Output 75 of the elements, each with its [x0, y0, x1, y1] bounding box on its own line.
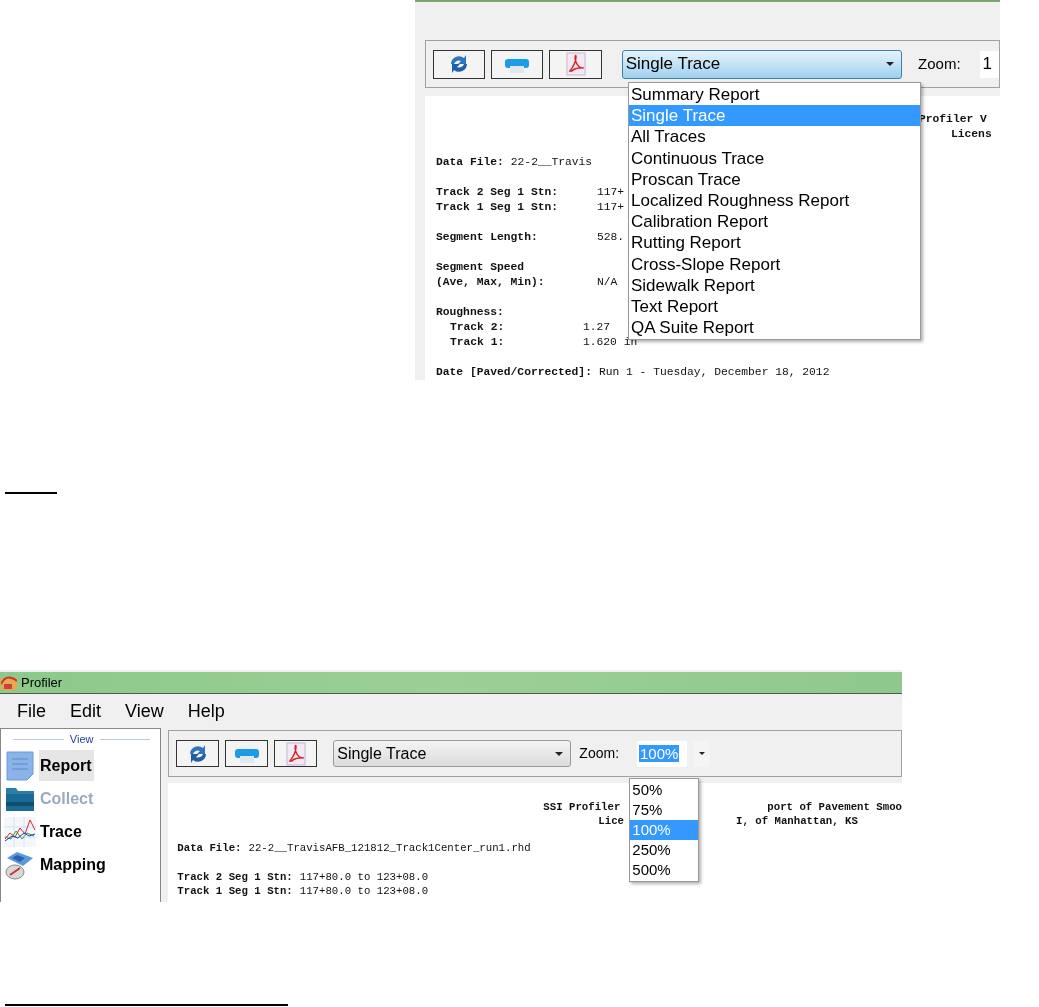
- report-field-value: 22-2__TravisAFB_121812_Track1Center_run1.rhd: [248, 841, 531, 855]
- refresh-button[interactable]: [433, 49, 486, 79]
- report-heading-text: Lice: [598, 814, 624, 828]
- report-field-label: Date [Paved/Corrected]:: [436, 365, 592, 380]
- folder-icon: [5, 785, 35, 812]
- menu-item[interactable]: View: [125, 697, 164, 725]
- zoom-option[interactable]: 250%: [630, 840, 699, 860]
- app-icon: [1, 675, 17, 690]
- caret-icon: [886, 62, 895, 66]
- sidebar-section-header: View: [69, 731, 94, 747]
- pdf-icon: [564, 52, 587, 76]
- report-field-label: (Ave, Max, Min):: [436, 275, 546, 290]
- zoom-option[interactable]: 75%: [630, 800, 699, 820]
- report-type-dropdown[interactable]: Single Trace: [621, 49, 903, 79]
- report-type-option[interactable]: Calibration Report: [629, 211, 920, 233]
- report-field-label: Track 2 Seg 1 Stn:: [436, 185, 560, 200]
- print-button[interactable]: [491, 49, 544, 79]
- report-field-label: Track 1 Seg 1 Stn:: [436, 200, 560, 215]
- zoom-option[interactable]: 500%: [630, 860, 699, 880]
- report-field-value: 117+: [597, 200, 625, 215]
- zoom-option[interactable]: 50%: [630, 780, 699, 800]
- report-field-label: Data File:: [436, 155, 504, 170]
- zoom-dropdown-button[interactable]: [693, 740, 711, 767]
- menu-item[interactable]: Edit: [70, 697, 102, 725]
- report-heading-text: I, of Manhattan, KS: [736, 814, 858, 828]
- sidebar-item[interactable]: Report: [39, 750, 94, 781]
- sidebar-item[interactable]: Trace: [39, 816, 83, 847]
- report-type-dropdown[interactable]: Single Trace: [333, 740, 572, 767]
- report-field-label: Segment Length:: [436, 230, 539, 245]
- caret-icon: [555, 751, 564, 756]
- printer-icon: [504, 54, 531, 74]
- report-type-option[interactable]: Continuous Trace: [629, 147, 920, 169]
- pdf-button[interactable]: [274, 740, 318, 767]
- report-type-option[interactable]: QA Suite Report: [629, 317, 920, 339]
- report-field-label: Track 1:: [449, 335, 506, 350]
- line-chart-icon: [4, 816, 36, 847]
- menu-item[interactable]: Help: [187, 697, 225, 725]
- pdf-button[interactable]: [549, 49, 602, 79]
- report-field-value: 117+80.0 to 123+08.0: [299, 884, 429, 898]
- pdf-icon: [284, 741, 307, 766]
- report-type-option[interactable]: Sidewalk Report: [629, 274, 920, 296]
- report-field-label: Data File:: [177, 841, 242, 855]
- report-heading-text: port of Pavement Smoo: [767, 800, 902, 814]
- document-icon: [5, 749, 35, 782]
- report-field-label: Roughness:: [436, 305, 504, 320]
- window-title: Profiler: [21, 673, 63, 692]
- print-button[interactable]: [225, 740, 269, 767]
- report-heading-text: Licens: [951, 127, 992, 142]
- zoom-label: Zoom:: [918, 53, 961, 74]
- report-field-label: Track 2:: [449, 320, 506, 335]
- report-type-option[interactable]: Localized Roughness Report: [629, 189, 920, 212]
- report-type-option[interactable]: Cross-Slope Report: [629, 253, 920, 275]
- report-field-label: Segment Speed: [436, 260, 525, 275]
- report-field-value: 528.: [597, 230, 625, 245]
- caret-icon: [698, 752, 705, 755]
- report-field-label: Track 2 Seg 1 Stn:: [177, 870, 293, 884]
- report-field-value: N/A: [597, 275, 618, 290]
- report-type-option[interactable]: Proscan Trace: [629, 168, 920, 190]
- zoom-label: Zoom:: [579, 744, 620, 763]
- menu-item[interactable]: File: [17, 697, 46, 725]
- report-field-value: 1.27: [583, 320, 611, 335]
- report-field-value: 22-2__Travis: [510, 155, 593, 170]
- refresh-button[interactable]: [176, 740, 220, 767]
- report-field-value: 117+80.0 to 123+08.0: [299, 870, 429, 884]
- printer-icon: [233, 743, 260, 764]
- report-type-option[interactable]: Text Report: [629, 295, 920, 318]
- zoom-field[interactable]: 1: [979, 50, 1000, 78]
- report-type-option[interactable]: All Traces: [629, 126, 920, 148]
- report-type-option[interactable]: Rutting Report: [629, 232, 920, 254]
- report-field-value: 117+: [597, 185, 625, 200]
- report-heading-text: SSI Profiler: [543, 800, 621, 814]
- report-type-option[interactable]: Summary Report: [629, 84, 920, 106]
- report-field-label: Track 1 Seg 1 Stn:: [177, 884, 293, 898]
- sidebar-item[interactable]: Mapping: [39, 849, 107, 880]
- report-field-value: Run 1 - Tuesday, December 18, 2012: [598, 365, 830, 380]
